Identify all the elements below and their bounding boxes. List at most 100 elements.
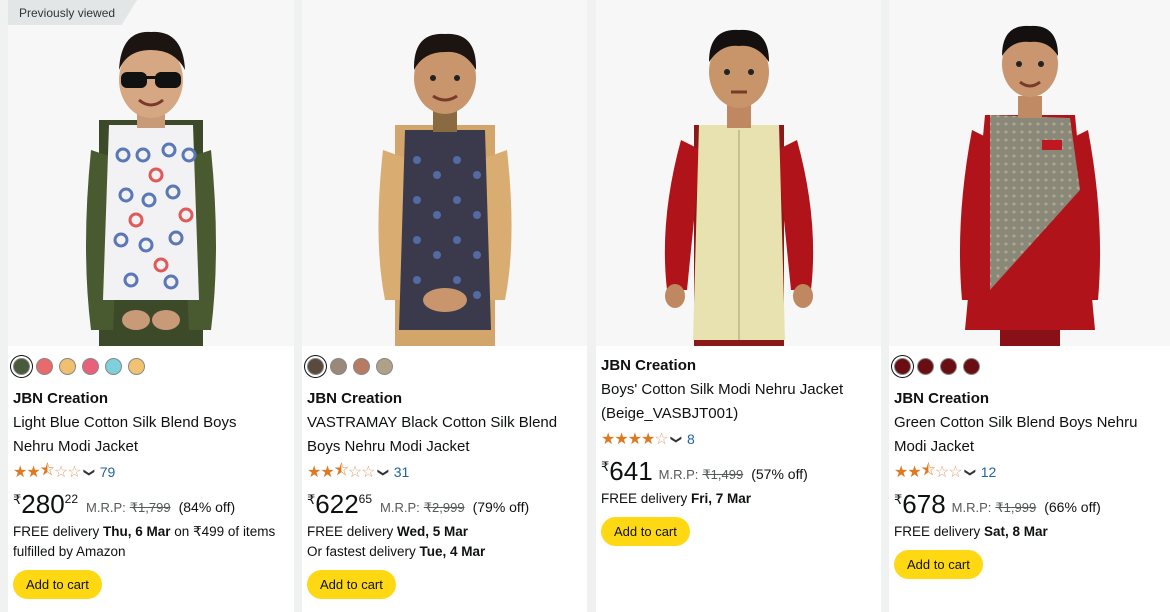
add-to-cart-button[interactable]: Add to cart [13,570,102,599]
discount: (66% off) [1044,499,1101,515]
color-swatch[interactable] [917,358,934,376]
product-title[interactable]: Green Cotton Silk Blend Boys Nehru Modi J… [894,411,1166,459]
brand-name: JBN Creation [307,390,403,407]
delivery-date: Wed, 5 Mar [397,524,469,539]
delivery-date: Fri, 7 Mar [691,491,752,506]
product-image[interactable]: Previously viewed [8,0,294,346]
color-swatches [13,358,151,378]
delivery-info: FREE delivery Thu, 6 Mar on ₹499 of item… [13,522,290,562]
chevron-down-icon[interactable]: ❯ [83,467,96,476]
color-swatch[interactable] [353,358,370,376]
product-card[interactable]: Previously viewed JBN Creation Light Blu… [8,0,294,612]
product-title[interactable]: Boys' Cotton Silk Modi Nehru Jacket (Beig… [601,378,877,426]
delivery-prefix: FREE delivery [13,524,104,539]
color-swatch[interactable] [59,358,76,376]
product-image[interactable] [302,0,587,346]
delivery-prefix: FREE delivery [894,524,985,539]
mrp: M.R.P: ₹1,499 [659,467,744,483]
delivery-prefix: FREE delivery [307,524,398,539]
product-card[interactable]: JBN Creation Boys' Cotton Silk Modi Nehr… [596,0,881,612]
title-line[interactable]: Modi Jacket [894,438,974,455]
mrp: M.R.P: ₹1,799 [86,500,171,516]
color-swatch[interactable] [963,358,980,376]
chevron-down-icon[interactable]: ❯ [670,434,683,443]
price-whole: 641 [609,456,653,486]
discount: (79% off) [472,499,530,515]
mrp: M.R.P: ₹1,999 [952,500,1037,516]
price-whole: 280 [21,489,65,519]
rating[interactable]: ★★★★ ☆ ❯ 8 [601,429,877,449]
price[interactable]: ₹ 622 65 M.R.P: ₹2,999 (79% off) [307,490,583,520]
title-line[interactable]: Green Cotton Silk Blend Boys Nehru [894,414,1137,431]
color-swatch[interactable] [13,358,30,376]
add-to-cart-button[interactable]: Add to cart [894,550,983,579]
fastest-delivery-prefix: Or fastest delivery [307,544,420,559]
currency-symbol: ₹ [601,459,610,474]
color-swatch[interactable] [307,358,324,376]
product-title[interactable]: VASTRAMAY Black Cotton Silk Blend Boys Ne… [307,411,583,459]
title-line[interactable]: Light Blue Cotton Silk Blend Boys [13,414,236,431]
color-swatch[interactable] [330,358,347,376]
color-swatch[interactable] [82,358,99,376]
mrp-value: ₹1,999 [995,500,1037,515]
price-whole: 622 [315,489,359,519]
color-swatches [307,358,399,378]
title-line[interactable]: (Beige_VASBJT001) [601,405,738,422]
add-to-cart-button[interactable]: Add to cart [307,570,396,599]
previously-viewed-badge: Previously viewed [8,0,138,25]
price[interactable]: ₹ 280 22 M.R.P: ₹1,799 (84% off) [13,490,290,520]
delivery-info: FREE delivery Wed, 5 Mar Or fastest deliv… [307,522,583,562]
mrp-value: ₹1,799 [129,500,171,515]
currency-symbol: ₹ [13,492,22,507]
product-image[interactable] [889,0,1170,346]
empty-star-icon: ☆ [654,431,668,448]
product-card[interactable]: JBN Creation Green Cotton Silk Blend Boy… [889,0,1170,612]
rating[interactable]: ★★ ⯪ ☆☆ ❯ 31 [307,462,583,482]
add-to-cart-button[interactable]: Add to cart [601,517,690,546]
delivery-info: FREE delivery Fri, 7 Mar [601,489,877,509]
product-image[interactable] [596,0,881,346]
title-line[interactable]: Boys' Cotton Silk Modi Nehru Jacket [601,381,843,398]
boy-black-jacket-illustration [377,33,512,346]
empty-star-icon: ☆☆ [934,464,963,481]
rating[interactable]: ★★ ⯪ ☆☆ ❯ 79 [13,462,290,482]
star-icon: ★★ [13,464,41,481]
title-line[interactable]: Nehru Modi Jacket [13,438,138,455]
color-swatches [894,358,986,378]
delivery-date: Sat, 8 Mar [984,524,1048,539]
price-fraction: 22 [64,492,79,506]
empty-star-icon: ☆☆ [53,464,82,481]
color-swatch[interactable] [128,358,145,376]
brand-name: JBN Creation [13,390,109,407]
product-card[interactable]: JBN Creation VASTRAMAY Black Cotton Silk… [302,0,587,612]
mrp-label: M.R.P: [380,500,420,515]
color-swatch[interactable] [105,358,122,376]
price[interactable]: ₹ 641 M.R.P: ₹1,499 (57% off) [601,457,877,487]
price[interactable]: ₹ 678 M.R.P: ₹1,999 (66% off) [894,490,1166,520]
chevron-down-icon[interactable]: ❯ [377,467,390,476]
chevron-down-icon[interactable]: ❯ [964,467,977,476]
title-line[interactable]: Boys Nehru Modi Jacket [307,438,470,455]
review-count[interactable]: 31 [394,464,410,480]
review-count[interactable]: 79 [100,464,116,480]
color-swatch[interactable] [894,358,911,376]
mrp: M.R.P: ₹2,999 [380,500,465,516]
brand-name: JBN Creation [601,357,697,374]
review-count[interactable]: 8 [687,431,695,447]
mrp-label: M.R.P: [658,467,699,482]
mrp-value: ₹1,499 [702,467,744,482]
color-swatch[interactable] [940,358,957,376]
product-title[interactable]: Light Blue Cotton Silk Blend Boys Nehru M… [13,411,290,459]
review-count[interactable]: 12 [981,464,997,480]
boy-beige-jacket-illustration [664,29,813,346]
delivery-suffix: on ₹499 of items [170,524,276,539]
half-star-icon: ⯪ [39,461,55,479]
brand-name: JBN Creation [894,390,990,407]
discount: (84% off) [178,499,236,515]
title-line[interactable]: VASTRAMAY Black Cotton Silk Blend [307,414,557,431]
color-swatch[interactable] [36,358,53,376]
rating[interactable]: ★★ ⯪ ☆☆ ❯ 12 [894,462,1166,482]
currency-symbol: ₹ [307,492,316,507]
color-swatch[interactable] [376,358,393,376]
delivery-prefix: FREE delivery [601,491,692,506]
